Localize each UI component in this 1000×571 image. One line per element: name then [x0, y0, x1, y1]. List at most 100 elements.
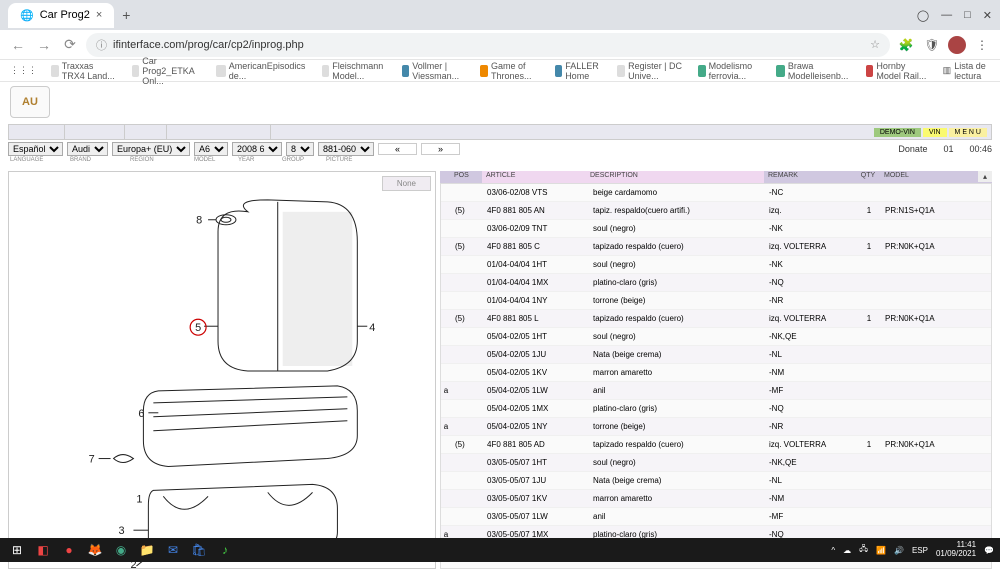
app-logo[interactable]: AU [10, 86, 50, 118]
info-value-1: 01 [943, 144, 953, 154]
close-icon[interactable]: × [96, 9, 102, 21]
table-row[interactable]: 03/05-05/07 1HTsoul (negro)-NK,QE [441, 454, 991, 472]
clock[interactable]: 11:41 01/09/2021 [936, 541, 976, 559]
table-row[interactable]: 03/06-02/09 TNTsoul (negro)-NK [441, 220, 991, 238]
table-row[interactable]: 05/04-02/05 1KVmarron amaretto-NM [441, 364, 991, 382]
reload-button[interactable]: ⟳ [60, 36, 80, 53]
browser-tab[interactable]: 🌐 Car Prog2 × [8, 3, 114, 28]
toolbar-row: DEMO-VIN VIN M E N U [8, 124, 992, 140]
shield-icon[interactable]: 🛡 [922, 38, 942, 52]
bookmark-item[interactable]: Modelismo ferrovia... [698, 61, 762, 81]
model-select[interactable]: A6 [194, 142, 228, 156]
table-row[interactable]: 03/05-05/07 1JUNata (beige crema)-NL [441, 472, 991, 490]
vin-button[interactable]: VIN [923, 128, 947, 137]
bookmark-item[interactable]: Traxxas TRX4 Land... [51, 61, 118, 81]
bookmark-item[interactable]: FALLER Home [555, 61, 604, 81]
back-button[interactable]: ← [8, 37, 28, 53]
chevron-up-icon[interactable]: ^ [831, 546, 835, 555]
group-select[interactable]: 8 [286, 142, 314, 156]
bookmark-item[interactable]: Brawa Modelleisenb... [776, 61, 852, 81]
table-row[interactable]: 03/05-05/07 1KVmarron amaretto-NM [441, 490, 991, 508]
table-row[interactable]: 05/04-02/05 1MXplatino-claro (gris)-NQ [441, 400, 991, 418]
maximize-icon[interactable]: □ [964, 9, 971, 22]
taskbar-app-icon[interactable]: ✉ [162, 540, 184, 560]
filter-row: Español Audi Europa+ (EU) A6 2008 6 8 88… [8, 141, 992, 157]
table-body[interactable]: 03/06-02/08 VTSbeige cardamomo-NC(5)4F0 … [440, 183, 992, 569]
reading-list[interactable]: ▥ Lista de lectura [943, 61, 990, 81]
menu-button[interactable]: M E N U [949, 128, 987, 137]
globe-icon: 🌐 [20, 9, 34, 22]
table-row[interactable]: 05/04-02/05 1HTsoul (negro)-NK,QE [441, 328, 991, 346]
star-icon[interactable]: ☆ [870, 38, 880, 51]
callout-3: 3 [119, 525, 125, 537]
taskbar-app-icon[interactable]: ◉ [110, 540, 132, 560]
volume-icon[interactable]: 🔊 [894, 546, 904, 555]
url-text: ifinterface.com/prog/car/cp2/inprog.php [113, 39, 304, 51]
table-row[interactable]: (5)4F0 881 805 Ltapizado respaldo (cuero… [441, 310, 991, 328]
notifications-icon[interactable]: 💬 [984, 546, 994, 555]
year-select[interactable]: 2008 6 [232, 142, 282, 156]
bookmark-item[interactable]: Register | DC Unive... [617, 61, 683, 81]
browser-tab-strip: 🌐 Car Prog2 × + ◯ — □ ✕ [0, 0, 1000, 30]
kebab-icon[interactable]: ⋮ [972, 38, 992, 52]
table-row[interactable]: (5)4F0 881 805 ANtapiz. respaldo(cuero a… [441, 202, 991, 220]
bookmark-item[interactable]: Game of Thrones... [480, 61, 540, 81]
taskbar-app-icon[interactable]: 🛍 [188, 540, 210, 560]
callout-1: 1 [136, 493, 142, 505]
apps-button[interactable]: ⋮⋮⋮ [10, 65, 37, 76]
bookmark-item[interactable]: AmericanEpisodics de... [216, 61, 308, 81]
taskbar-app-icon[interactable]: ♪ [214, 540, 236, 560]
table-row[interactable]: 01/04-04/04 1MXplatino-claro (gris)-NQ [441, 274, 991, 292]
table-row[interactable]: 01/04-04/04 1HTsoul (negro)-NK [441, 256, 991, 274]
info-icon: ⓘ [96, 37, 107, 53]
circle-icon[interactable]: ◯ [917, 9, 929, 22]
table-row[interactable]: (5)4F0 881 805 ADtapizado respaldo (cuer… [441, 436, 991, 454]
new-tab-button[interactable]: + [122, 7, 130, 23]
table-row[interactable]: 01/04-04/04 1NYtorrone (beige)-NR [441, 292, 991, 310]
next-button[interactable]: » [421, 143, 460, 155]
table-row[interactable]: 05/04-02/05 1JUNata (beige crema)-NL [441, 346, 991, 364]
network-icon[interactable]: 🖧 [859, 543, 868, 557]
scroll-up-button[interactable]: ▴ [978, 171, 992, 182]
bookmark-item[interactable]: Fleischmann Model... [322, 61, 388, 81]
tab-title: Car Prog2 [40, 9, 90, 21]
table-row[interactable]: 03/05-05/07 1LWanil-MF [441, 508, 991, 526]
extension-icon[interactable]: 🧩 [896, 38, 916, 52]
region-select[interactable]: Europa+ (EU) [112, 142, 190, 156]
cloud-icon[interactable]: ☁ [843, 546, 851, 555]
table-row[interactable]: (5)4F0 881 805 Ctapizado respaldo (cuero… [441, 238, 991, 256]
callout-5: 5 [195, 322, 201, 334]
picture-select[interactable]: 881-060 [318, 142, 374, 156]
taskbar-app-icon[interactable]: 🦊 [84, 540, 106, 560]
filter-labels: LANGUAGEBRANDREGIONMODELYEARGROUPPICTURE [8, 157, 992, 167]
table-row[interactable]: a05/04-02/05 1NYtorrone (beige)-NR [441, 418, 991, 436]
callout-7: 7 [89, 454, 95, 466]
language-select[interactable]: Español [8, 142, 63, 156]
seat-diagram: 8 5 4 6 7 1 3 2 [9, 172, 435, 568]
url-input[interactable]: ⓘ ifinterface.com/prog/car/cp2/inprog.ph… [86, 33, 890, 57]
donate-link[interactable]: Donate [898, 144, 927, 154]
wifi-icon[interactable]: 📶 [876, 546, 886, 555]
table-row[interactable]: a05/04-02/05 1LWanil-MF [441, 382, 991, 400]
demo-vin-button[interactable]: DEMO-VIN [874, 128, 921, 137]
brand-select[interactable]: Audi [67, 142, 108, 156]
bookmark-item[interactable]: Car Prog2_ETKA Onl... [132, 56, 202, 86]
bookmark-item[interactable]: Vollmer | Viessman... [402, 61, 467, 81]
start-button[interactable]: ⊞ [6, 540, 28, 560]
forward-button[interactable]: → [34, 37, 54, 53]
bookmarks-bar: ⋮⋮⋮ Traxxas TRX4 Land... Car Prog2_ETKA … [0, 60, 1000, 82]
taskbar-app-icon[interactable]: ● [58, 540, 80, 560]
minimize-icon[interactable]: — [941, 9, 952, 22]
none-tab[interactable]: None [382, 176, 431, 191]
bookmark-item[interactable]: Hornby Model Rail... [866, 61, 929, 81]
callout-4: 4 [369, 322, 375, 334]
taskbar-app-icon[interactable]: ◧ [32, 540, 54, 560]
prev-button[interactable]: « [378, 143, 417, 155]
table-row[interactable]: 03/06-02/08 VTSbeige cardamomo-NC [441, 184, 991, 202]
language-indicator[interactable]: ESP [912, 546, 928, 555]
avatar[interactable] [948, 36, 966, 54]
callout-8: 8 [196, 215, 202, 227]
diagram-pane: None [8, 171, 436, 569]
close-window-icon[interactable]: ✕ [983, 9, 992, 22]
taskbar-app-icon[interactable]: 📁 [136, 540, 158, 560]
